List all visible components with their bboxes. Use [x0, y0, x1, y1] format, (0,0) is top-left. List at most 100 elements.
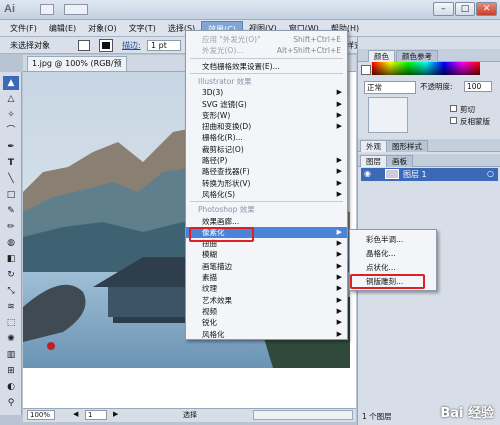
menu-item-label: 3D(3) — [202, 88, 224, 98]
effects-menu-item[interactable]: 视频 ▶ — [186, 306, 347, 317]
scale-tool-icon[interactable]: ⤡ — [3, 284, 19, 298]
graph-tool-icon[interactable]: ▥ — [3, 348, 19, 362]
highlight-box-pixelate — [189, 227, 254, 242]
mesh-tool-icon[interactable]: ⊞ — [3, 364, 19, 378]
effects-menu-item[interactable]: 画笔描边 ▶ — [186, 261, 347, 272]
tab-color[interactable]: 颜色 — [368, 50, 395, 62]
layer-row[interactable]: ◉ 图层 1 ○ — [361, 168, 498, 181]
opacity-mask-thumbnail[interactable] — [368, 97, 408, 133]
layer-name[interactable]: 图层 1 — [403, 169, 427, 180]
pixelate-submenu-item[interactable]: 彩色半调... — [350, 234, 436, 245]
stroke-swatch[interactable] — [99, 39, 113, 52]
menu-item-shortcut: Shift+Ctrl+E — [293, 35, 341, 44]
effects-menu-item[interactable]: 文档栅格效果设置(E)... — [186, 61, 347, 72]
pen-tool-icon[interactable]: ✒ — [3, 140, 19, 154]
effects-menu-item[interactable]: 裁剪标记(O) — [186, 144, 347, 155]
visibility-eye-icon[interactable]: ◉ — [364, 169, 371, 178]
effects-menu-item[interactable]: 锐化 ▶ — [186, 317, 347, 328]
effects-menu-item[interactable]: 转换为形状(V) ▶ — [186, 178, 347, 189]
opacity-input[interactable]: 100 — [464, 81, 492, 92]
submenu-arrow-icon: ▶ — [336, 156, 342, 164]
menu-item-label: Photoshop 效果 — [198, 205, 255, 215]
pencil-tool-icon[interactable]: ✏ — [3, 220, 19, 234]
layer-target-icon[interactable]: ○ — [487, 169, 494, 178]
menu-item-label: 裁剪标记(O) — [202, 144, 244, 154]
effects-menu-item[interactable]: 纹理 ▶ — [186, 283, 347, 294]
menu-separator — [190, 201, 343, 203]
stroke-weight-input[interactable]: 1 pt — [147, 40, 181, 51]
line-tool-icon[interactable]: ╲ — [3, 172, 19, 186]
tab-graphic-styles[interactable]: 图形样式 — [386, 140, 428, 152]
menu-item-label: 效果画廊... — [202, 216, 240, 226]
effects-menu-item[interactable]: 效果画廊... — [186, 216, 347, 227]
effects-menu-item[interactable]: 风格化 ▶ — [186, 329, 347, 340]
direct-selection-tool-icon[interactable]: △ — [3, 92, 19, 106]
warp-tool-icon[interactable]: ≋ — [3, 300, 19, 314]
magic-wand-tool-icon[interactable]: ✧ — [3, 108, 19, 122]
menu-2[interactable]: 对象(O) — [82, 21, 123, 36]
tab-appearance[interactable]: 外观 — [360, 140, 387, 152]
artboard-next-icon[interactable]: ▶ — [113, 410, 118, 418]
free-transform-tool-icon[interactable]: ⬚ — [3, 316, 19, 330]
menu-1[interactable]: 编辑(E) — [43, 21, 82, 36]
menu-0[interactable]: 文件(F) — [4, 21, 43, 36]
effects-menu-item[interactable]: 变形(W) ▶ — [186, 110, 347, 121]
effects-menu-item[interactable]: 模糊 ▶ — [186, 249, 347, 260]
rectangle-tool-icon[interactable]: □ — [3, 188, 19, 202]
bridge-icon[interactable] — [40, 4, 54, 15]
effects-menu-item[interactable]: 路径(P) ▶ — [186, 155, 347, 166]
menu-item-label: Illustrator 效果 — [198, 76, 252, 86]
color-spectrum[interactable] — [372, 62, 480, 75]
tab-layers[interactable]: 图层 — [360, 155, 387, 167]
effects-menu: 应用 "外发光(O)" Shift+Ctrl+E 外发光(O)... Alt+Shif… — [185, 30, 348, 340]
effects-menu-item[interactable]: 路径查找器(F) ▶ — [186, 166, 347, 177]
effects-menu-item[interactable]: 扭曲和变换(D) ▶ — [186, 121, 347, 132]
eyedropper-tool-icon[interactable]: ⚲ — [3, 396, 19, 410]
menu-3[interactable]: 文字(T) — [123, 21, 162, 36]
eraser-tool-icon[interactable]: ◧ — [3, 252, 19, 266]
effects-menu-item[interactable]: 栅格化(R)... — [186, 132, 347, 143]
stroke-label[interactable]: 描边: — [122, 40, 141, 51]
fill-swatch[interactable] — [78, 40, 90, 51]
zoom-field[interactable]: 100% — [27, 410, 55, 420]
tab-artboards[interactable]: 画板 — [386, 155, 413, 167]
selection-tool-icon[interactable]: ▲ — [3, 76, 19, 90]
menu-item-label: 路径(P) — [202, 156, 228, 165]
type-tool-icon[interactable]: T — [3, 156, 19, 170]
blend-mode-select[interactable]: 正常 — [364, 81, 416, 94]
effects-menu-item[interactable]: 3D(3) ▶ — [186, 87, 347, 98]
fill-stroke-proxy[interactable] — [361, 65, 371, 75]
lasso-tool-icon[interactable]: ⌒ — [3, 124, 19, 138]
close-button[interactable]: ✕ — [476, 2, 498, 16]
effects-menu-item[interactable]: 素描 ▶ — [186, 272, 347, 283]
symbol-sprayer-tool-icon[interactable]: ✺ — [3, 332, 19, 346]
maximize-button[interactable]: □ — [454, 2, 476, 16]
paintbrush-tool-icon[interactable]: ✎ — [3, 204, 19, 218]
gradient-tool-icon[interactable]: ◐ — [3, 380, 19, 394]
rotate-tool-icon[interactable]: ↻ — [3, 268, 19, 282]
invert-mask-label: 反相蒙版 — [460, 117, 490, 126]
tools-panel: ▲ △ ✧ ⌒ ✒ T ╲ □ ✎ ✏ ◍ ◧ ↻ ⤡ ≋ ⬚ ✺ ▥ ⊞ ◐ … — [0, 72, 22, 415]
document-tab[interactable]: 1.jpg @ 100% (RGB/预览) — [27, 56, 127, 82]
horizontal-scrollbar[interactable] — [253, 410, 353, 420]
menu-item-label: 扭曲和变换(D) — [202, 122, 252, 132]
minimize-button[interactable]: – — [433, 2, 454, 16]
arrange-documents-icon[interactable] — [64, 4, 88, 15]
effects-menu-item[interactable]: 艺术效果 ▶ — [186, 295, 347, 306]
invert-mask-checkbox[interactable] — [450, 117, 457, 124]
artboard-prev-icon[interactable]: ◀ — [73, 410, 78, 418]
effects-menu-item[interactable]: SVG 滤镜(G) ▶ — [186, 99, 347, 110]
menu-item-label: 路径查找器(F) — [202, 167, 250, 177]
effects-menu-item[interactable]: 风格化(S) ▶ — [186, 189, 347, 200]
clip-checkbox[interactable] — [450, 105, 457, 112]
menu-separator — [190, 57, 343, 59]
menu-item-label: 素描 — [202, 273, 217, 282]
appearance-panel-tabs: 外观 图形样式 — [358, 139, 500, 152]
menu-item-label: 文档栅格效果设置(E)... — [202, 61, 280, 71]
pixelate-submenu-item[interactable]: 晶格化... — [350, 248, 436, 259]
blob-brush-tool-icon[interactable]: ◍ — [3, 236, 19, 250]
tab-color-guide[interactable]: 颜色参考 — [396, 50, 438, 62]
selection-status: 未选择对象 — [10, 41, 50, 50]
pixelate-submenu-item[interactable]: 点状化... — [350, 262, 436, 273]
artboard-number-field[interactable]: 1 — [85, 410, 107, 420]
